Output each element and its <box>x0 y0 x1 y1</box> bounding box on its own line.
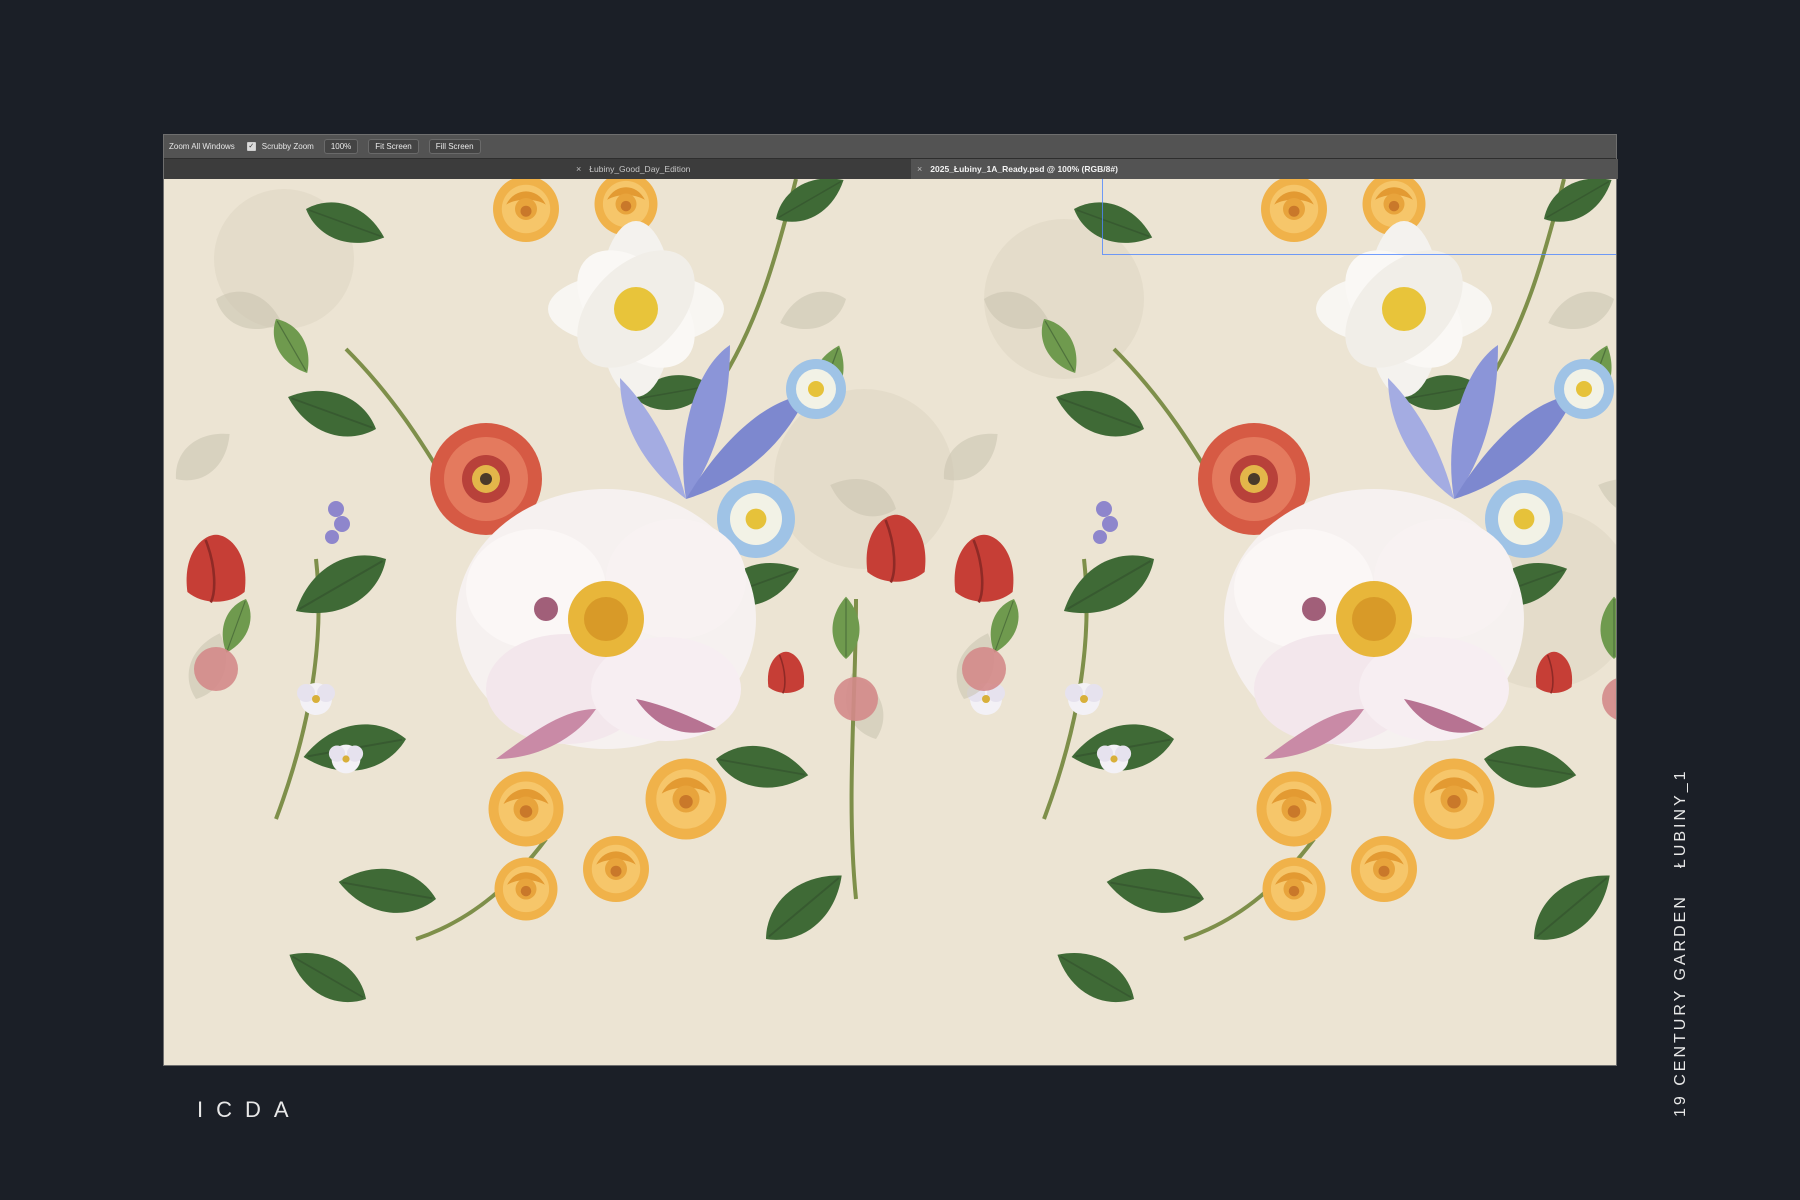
document-tab-bar: × Łubiny_Good_Day_Edition × 2025_Łubiny_… <box>164 159 1618 180</box>
scrubby-zoom-label[interactable]: Scrubby Zoom <box>262 142 314 151</box>
zoom-options-bar: Zoom All Windows ✓ Scrubby Zoom 100% Fit… <box>164 135 1616 159</box>
vertical-collection-title: 19 CENTURY GARDEN ŁUBINY_1 <box>1672 769 1690 1118</box>
fill-screen-button[interactable]: Fill Screen <box>428 139 481 154</box>
tab-lubiny-1a-ready[interactable]: × 2025_Łubiny_1A_Ready.psd @ 100% (RGB/8… <box>911 159 1618 179</box>
pattern-name: ŁUBINY_1 <box>1672 768 1689 869</box>
tab-label: Łubiny_Good_Day_Edition <box>589 164 691 174</box>
close-icon[interactable]: × <box>917 164 922 174</box>
scrubby-zoom-checkbox[interactable]: ✓ <box>246 142 256 151</box>
brand-logo-text: ICDA <box>197 1097 302 1122</box>
floral-pattern-image <box>164 179 1616 1065</box>
tab-label: 2025_Łubiny_1A_Ready.psd @ 100% (RGB/8#) <box>930 164 1118 174</box>
photoshop-window: Zoom All Windows ✓ Scrubby Zoom 100% Fit… <box>163 134 1618 1066</box>
selection-guide-vertical <box>1102 179 1103 254</box>
selection-guide-horizontal <box>1102 254 1616 255</box>
close-icon[interactable]: × <box>576 164 581 174</box>
collection-name: 19 CENTURY GARDEN <box>1672 894 1689 1117</box>
zoom-all-windows-label[interactable]: Zoom All Windows <box>169 142 235 151</box>
document-canvas[interactable] <box>164 179 1616 1065</box>
fit-screen-button[interactable]: Fit Screen <box>368 139 419 154</box>
zoom-percent-field[interactable]: 100% <box>323 139 359 154</box>
